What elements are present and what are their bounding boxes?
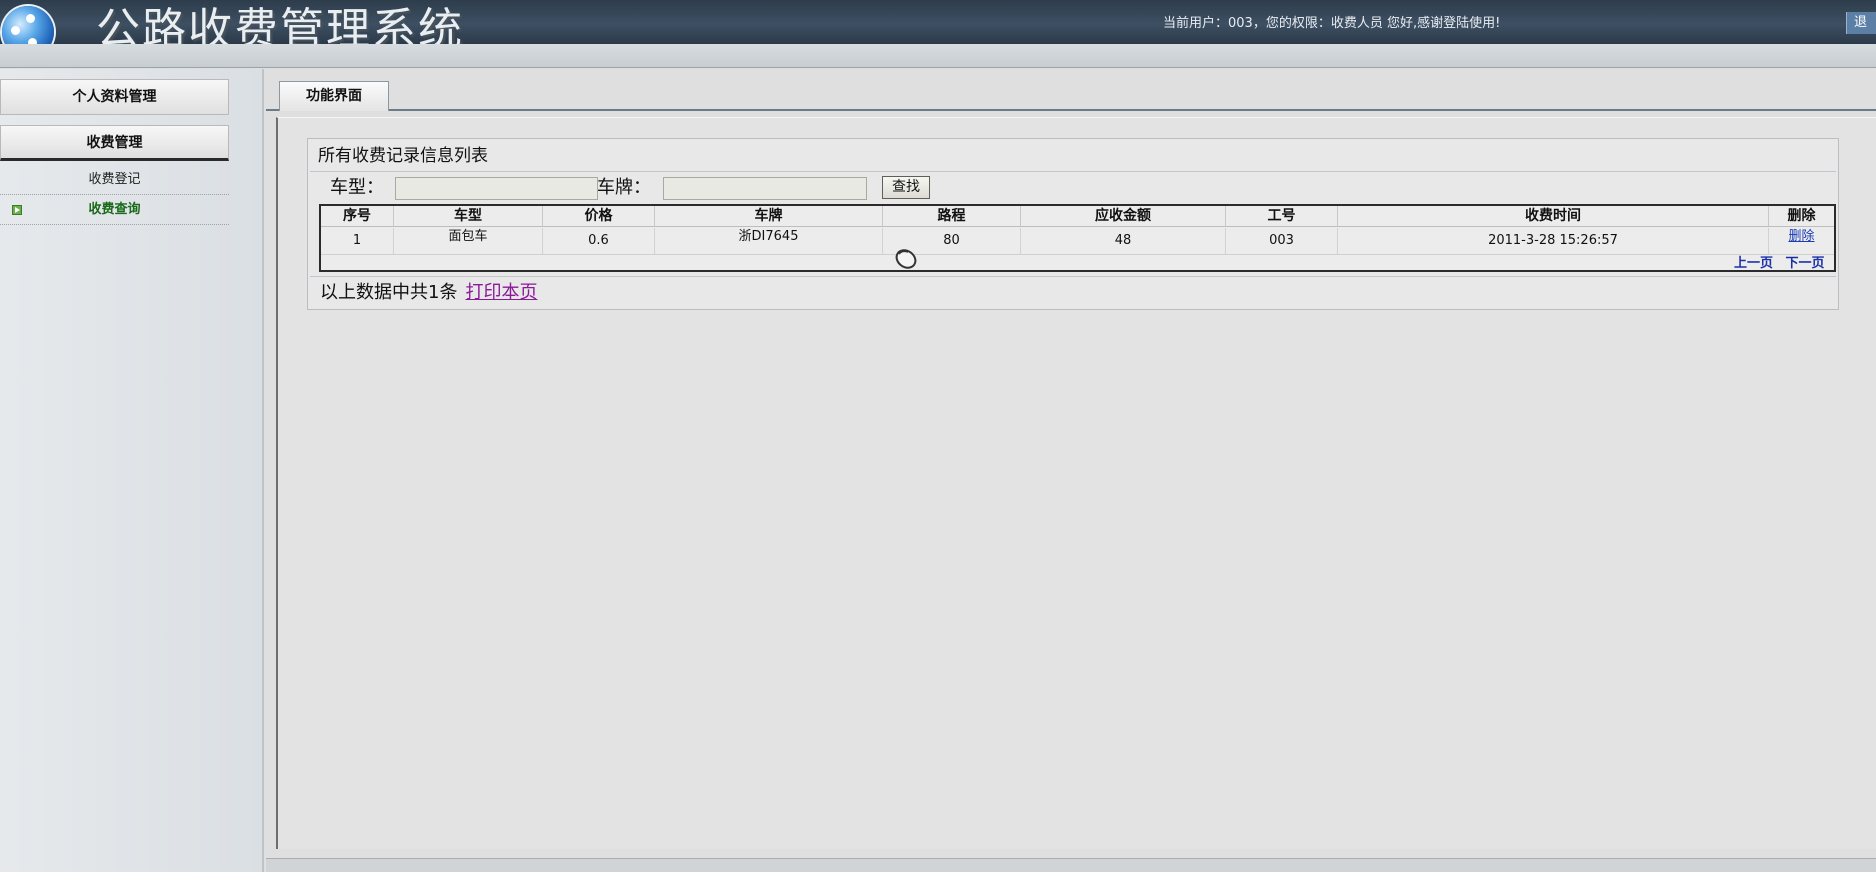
- table-divider: [321, 254, 1834, 255]
- pager: 上一页 下一页: [1726, 252, 1825, 271]
- print-page-link[interactable]: 打印本页: [465, 282, 537, 303]
- sidebar-subitem-query-label: 收费查询: [88, 202, 141, 217]
- plate-input[interactable]: [663, 177, 867, 200]
- vehicle-type-label: 车型：: [330, 177, 384, 198]
- sidebar-item-profile[interactable]: 个人资料管理: [0, 79, 229, 115]
- sidebar-subitem-query[interactable]: 收费查询: [0, 195, 229, 225]
- table-cell: 0.6: [543, 228, 655, 254]
- table-cell: 2011-3-28 15:26:57: [1338, 228, 1769, 254]
- column-header: 车牌: [655, 206, 883, 226]
- delete-cell: 删除: [1769, 228, 1834, 254]
- records-table: 序号 车型 价格 车牌 路程 应收金额 工号 收费时间 删除 1 面包车 0.6…: [319, 204, 1836, 272]
- column-header: 序号: [321, 206, 394, 226]
- plate-label: 车牌：: [597, 177, 651, 198]
- sidebar-subitem-register[interactable]: 收费登记: [0, 165, 229, 195]
- column-header: 路程: [883, 206, 1021, 226]
- globe-node-icon: [26, 14, 35, 23]
- table-cell: 面包车: [394, 228, 543, 254]
- table-cell: 003: [1226, 228, 1338, 254]
- record-count-text: 以上数据中共1条: [320, 282, 458, 303]
- column-header: 删除: [1787, 208, 1816, 224]
- arrow-right-icon: [12, 205, 22, 215]
- user-info-text: 当前用户：003，您的权限：收费人员 您好,感谢登陆使用!: [1163, 16, 1501, 31]
- logout-button[interactable]: 退: [1846, 12, 1876, 34]
- header-bar: 公路收费管理系统 当前用户：003，您的权限：收费人员 您好,感谢登陆使用! 退: [0, 0, 1876, 58]
- sidebar-item-toll-management[interactable]: 收费管理: [0, 125, 229, 161]
- globe-node-icon: [11, 26, 20, 35]
- column-header: 应收金额: [1021, 206, 1226, 226]
- search-button[interactable]: 查找: [882, 176, 930, 199]
- sidebar: 个人资料管理 收费管理 收费登记 收费查询: [0, 69, 264, 872]
- mouse-cursor-icon: [895, 249, 917, 269]
- table-divider: [321, 226, 1834, 227]
- tab-function[interactable]: 功能界面: [279, 81, 389, 111]
- next-page-link[interactable]: 下一页: [1786, 256, 1825, 271]
- list-title: 所有收费记录信息列表: [310, 140, 1836, 172]
- prev-page-link[interactable]: 上一页: [1734, 256, 1773, 271]
- status-bar: [266, 858, 1876, 872]
- column-header: 车型: [394, 206, 543, 226]
- column-header: 收费时间: [1338, 206, 1769, 226]
- column-header: 工号: [1226, 206, 1338, 226]
- table-cell: 浙DI7645: [655, 228, 883, 254]
- table-cell: 48: [1021, 228, 1226, 254]
- header-band: [0, 44, 1876, 68]
- vehicle-type-input[interactable]: [395, 177, 598, 200]
- delete-link[interactable]: 删除: [1788, 229, 1814, 244]
- tab-strip: 功能界面: [266, 79, 1876, 111]
- column-header: 价格: [543, 206, 655, 226]
- list-summary: 以上数据中共1条 打印本页: [310, 276, 1836, 308]
- table-cell: 1: [321, 228, 394, 254]
